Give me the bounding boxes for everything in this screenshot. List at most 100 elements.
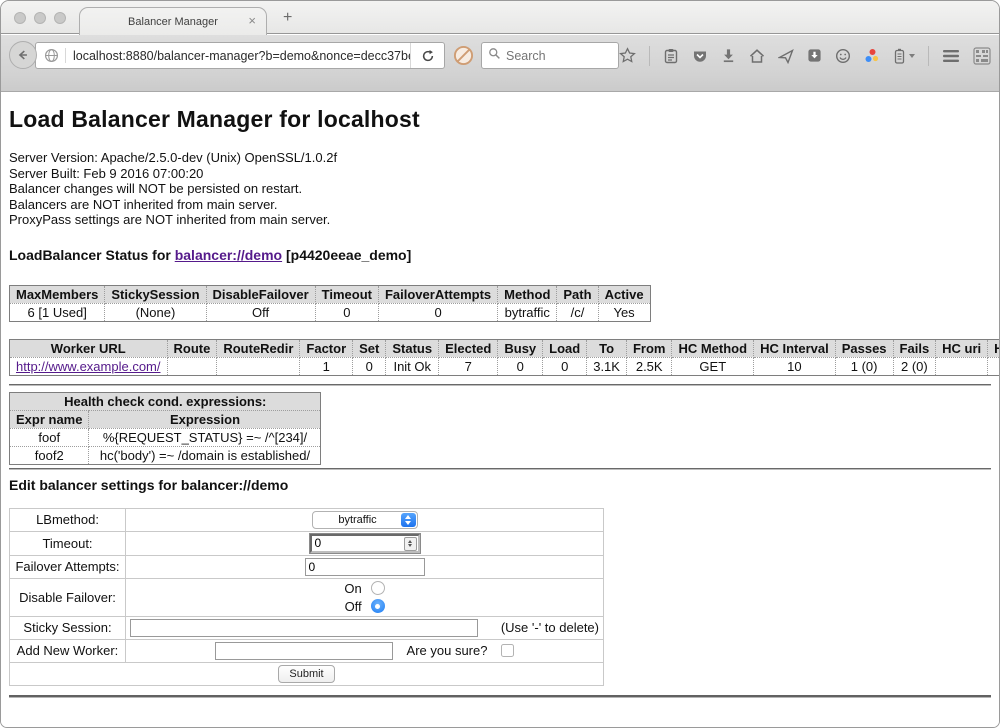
col-expr-name: Expr name (10, 410, 89, 428)
col-factor: Factor (300, 339, 353, 357)
pixel-grid-extension-icon[interactable] (973, 47, 991, 65)
disable-failover-off-radio[interactable] (371, 599, 385, 613)
table-row: http://www.example.com/ 1 0 Init Ok 7 0 … (10, 357, 1000, 375)
sticky-session-hint: (Use '-' to delete) (501, 620, 599, 635)
menu-hamburger-icon[interactable] (942, 49, 960, 63)
feedback-smiley-icon[interactable] (835, 48, 851, 64)
failover-attempts-input[interactable] (305, 558, 425, 576)
worker-url-link[interactable]: http://www.example.com/ (16, 359, 161, 374)
save-to-device-icon[interactable] (807, 48, 822, 63)
colored-dots-extension-icon[interactable] (864, 48, 880, 64)
back-arrow-icon (16, 48, 30, 62)
sticky-session-label: Sticky Session: (10, 616, 126, 639)
col-timeout: Timeout (315, 285, 378, 303)
page-bottom-divider (9, 695, 991, 698)
timeout-label: Timeout: (10, 531, 126, 555)
col-route: Route (167, 339, 217, 357)
home-icon[interactable] (749, 48, 765, 64)
tab-balancer-manager[interactable]: Balancer Manager × (79, 7, 267, 35)
chevron-down-icon (909, 54, 915, 58)
content-blocked-icon[interactable] (453, 45, 474, 71)
downloads-icon[interactable] (721, 48, 736, 63)
window-controls (14, 12, 66, 24)
lbmethod-select[interactable]: bytraffic (312, 511, 418, 529)
col-hc-expr: HC Expr (988, 339, 999, 357)
health-table-title: Health check cond. expressions: (10, 392, 321, 410)
worker-table: Worker URL Route RouteRedir Factor Set S… (9, 339, 999, 376)
search-icon (488, 47, 501, 65)
url-text[interactable]: localhost:8880/balancer-manager?b=demo&n… (66, 49, 410, 63)
col-passes: Passes (835, 339, 893, 357)
col-elected: Elected (439, 339, 498, 357)
reload-button[interactable] (410, 43, 444, 68)
col-fails: Fails (893, 339, 936, 357)
col-busy: Busy (498, 339, 543, 357)
edit-balancer-form: LBmethod: bytraffic Timeout: (9, 508, 604, 686)
back-button[interactable] (9, 41, 37, 69)
notice-line: Balancer changes will NOT be persisted o… (9, 181, 991, 197)
col-method: Method (498, 285, 557, 303)
col-to: To (587, 339, 627, 357)
table-row: foof2 hc('body') =~ /domain is establish… (10, 446, 321, 464)
table-row: 6 [1 Used] (None) Off 0 0 bytraffic /c/ … (10, 303, 651, 321)
reload-icon (421, 49, 435, 63)
balancer-demo-link[interactable]: balancer://demo (175, 247, 282, 263)
are-you-sure-label: Are you sure? (407, 643, 488, 658)
close-window-button[interactable] (14, 12, 26, 24)
are-you-sure-checkbox[interactable] (501, 644, 514, 657)
col-worker-url: Worker URL (10, 339, 168, 357)
col-disablefailover: DisableFailover (206, 285, 315, 303)
divider (9, 384, 991, 386)
radio-on-label: On (344, 581, 361, 596)
col-hc-method: HC Method (672, 339, 754, 357)
page-content: Load Balancer Manager for localhost Serv… (1, 93, 999, 727)
navigation-toolbar: localhost:8880/balancer-manager?b=demo&n… (1, 35, 999, 75)
failover-attempts-label: Failover Attempts: (10, 555, 126, 578)
minimize-window-button[interactable] (34, 12, 46, 24)
add-new-worker-label: Add New Worker: (10, 639, 126, 662)
bookmark-star-icon[interactable] (619, 47, 636, 64)
balancer-settings-table: MaxMembers StickySession DisableFailover… (9, 285, 651, 322)
search-bar[interactable] (481, 42, 619, 69)
zoom-window-button[interactable] (54, 12, 66, 24)
col-hc-uri: HC uri (936, 339, 988, 357)
number-spinner-icon[interactable] (404, 537, 417, 551)
col-expression: Expression (89, 410, 321, 428)
tab-bar: Balancer Manager × + (1, 1, 999, 34)
col-path: Path (557, 285, 598, 303)
lbmethod-label: LBmethod: (10, 508, 126, 531)
divider (9, 468, 991, 470)
notice-line: Balancers are NOT inherited from main se… (9, 197, 991, 213)
col-routeredir: RouteRedir (217, 339, 300, 357)
page-title: Load Balancer Manager for localhost (9, 106, 991, 133)
col-load: Load (543, 339, 587, 357)
battery-extension-icon[interactable] (893, 48, 915, 64)
browser-window: Balancer Manager × + localhost:8880/bala… (0, 0, 1000, 728)
select-stepper-icon (401, 513, 416, 527)
disable-failover-label: Disable Failover: (10, 578, 126, 616)
globe-icon (36, 48, 66, 63)
tab-close-icon[interactable]: × (248, 13, 256, 28)
col-from: From (626, 339, 672, 357)
server-built-line: Server Built: Feb 9 2016 07:00:20 (9, 166, 991, 182)
sticky-session-input[interactable] (130, 619, 478, 637)
col-failoverattempts: FailoverAttempts (378, 285, 497, 303)
search-input[interactable] (506, 49, 606, 63)
url-bar[interactable]: localhost:8880/balancer-manager?b=demo&n… (35, 42, 445, 69)
disable-failover-on-radio[interactable] (371, 581, 385, 595)
loadbalancer-status-heading: LoadBalancer Status for balancer://demo … (9, 247, 991, 263)
notice-line: ProxyPass settings are NOT inherited fro… (9, 212, 991, 228)
send-tab-icon[interactable] (778, 48, 794, 64)
reading-list-icon[interactable] (663, 48, 679, 64)
submit-button[interactable]: Submit (278, 665, 334, 683)
server-version-line: Server Version: Apache/2.5.0-dev (Unix) … (9, 150, 991, 166)
col-stickysession: StickySession (105, 285, 206, 303)
new-tab-button[interactable]: + (283, 9, 292, 27)
radio-off-label: Off (345, 599, 362, 614)
col-set: Set (353, 339, 386, 357)
pocket-icon[interactable] (692, 48, 708, 64)
col-status: Status (386, 339, 439, 357)
add-new-worker-input[interactable] (215, 642, 393, 660)
edit-balancer-heading: Edit balancer settings for balancer://de… (9, 477, 991, 493)
table-row: foof %{REQUEST_STATUS} =~ /^[234]/ (10, 428, 321, 446)
